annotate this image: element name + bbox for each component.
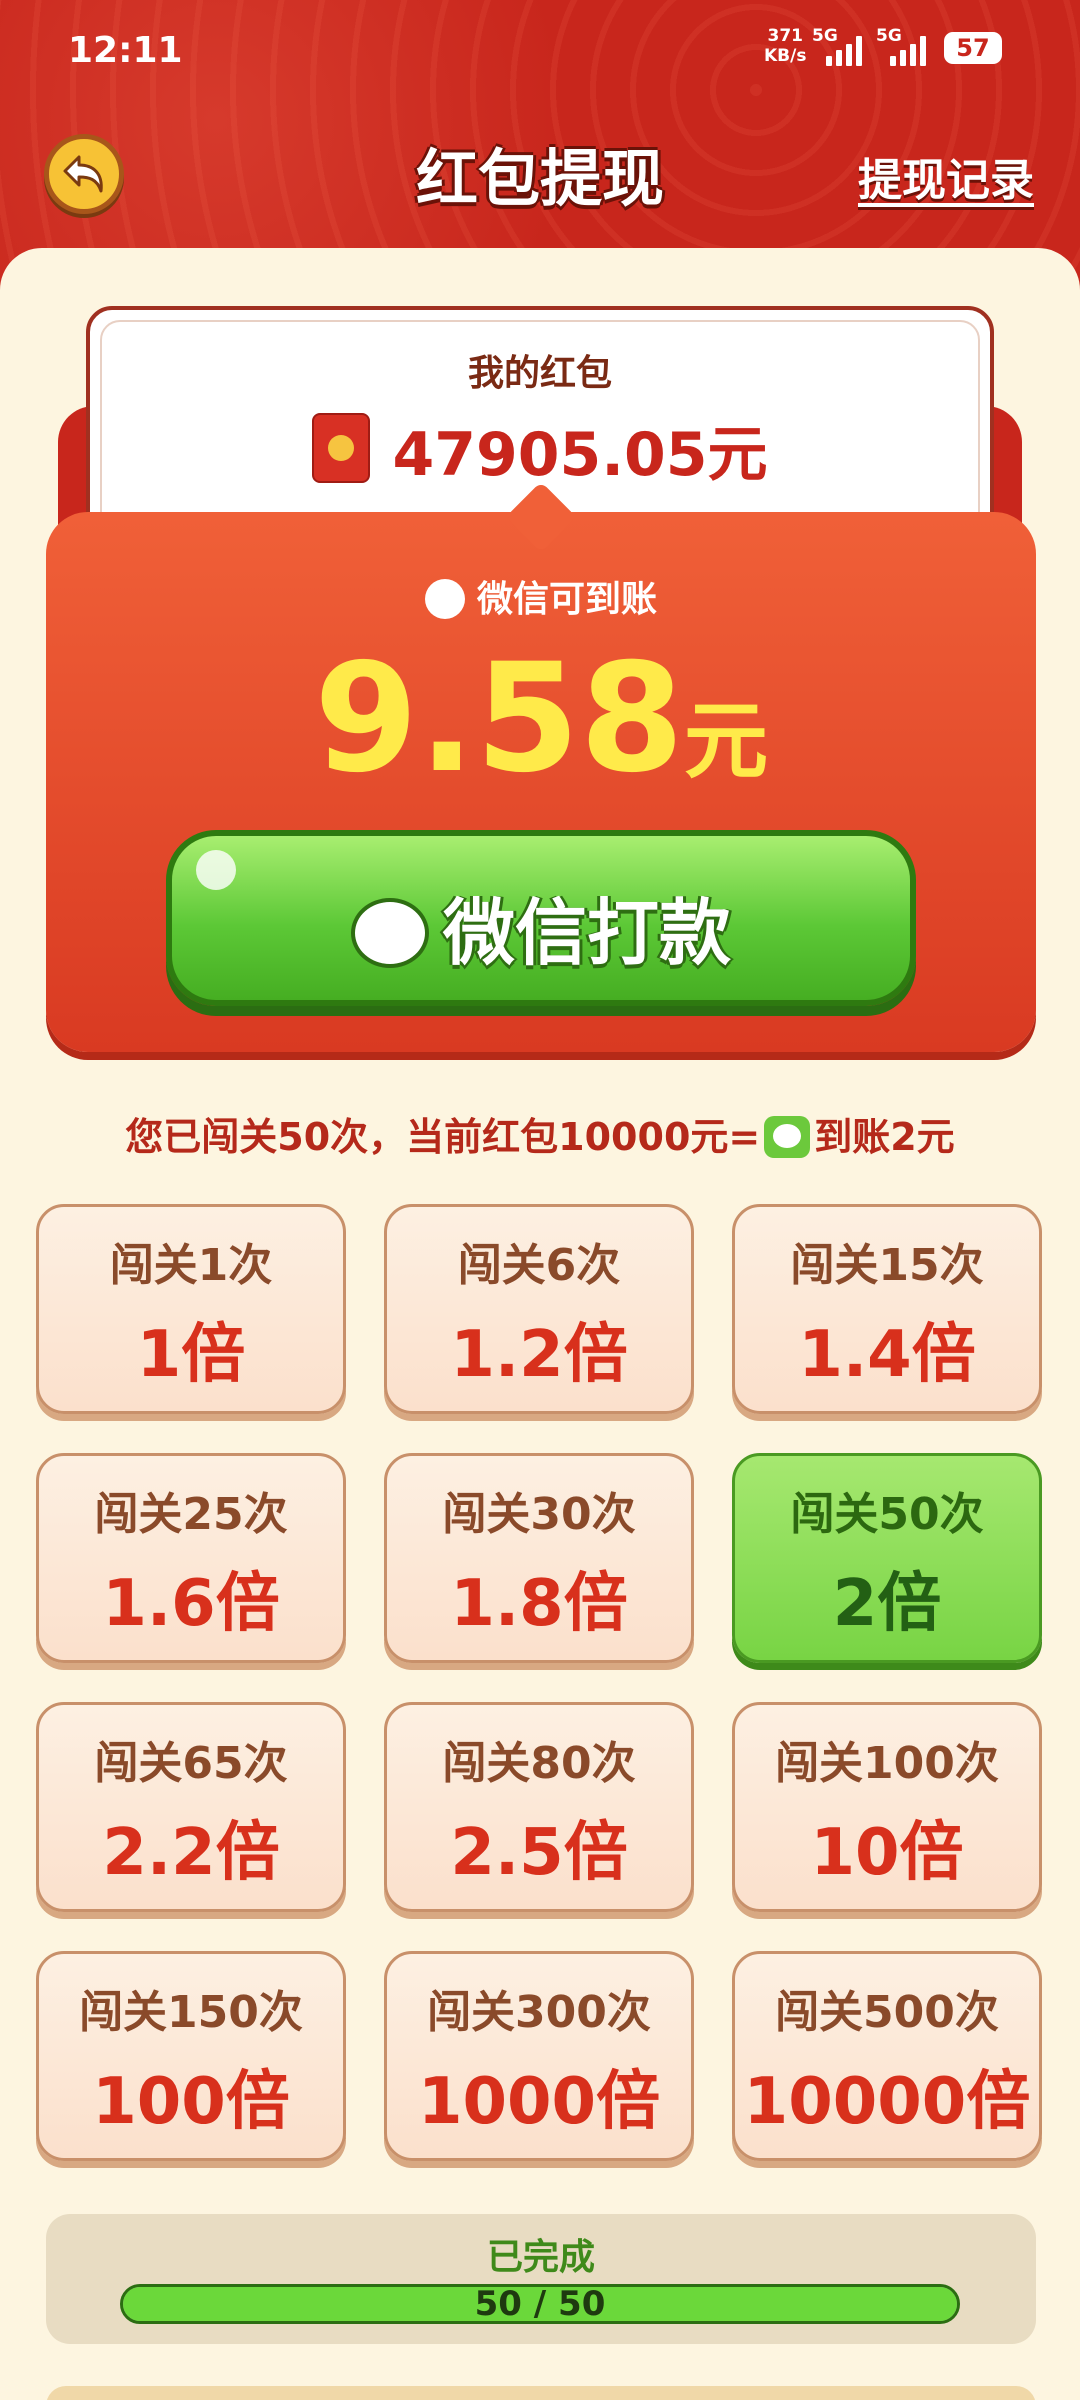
tier-tile[interactable]: 闯关80次 2.5倍 — [384, 1702, 694, 1912]
signal-icon-2 — [890, 32, 926, 66]
tier-tile[interactable]: 闯关300次 1000倍 — [384, 1951, 694, 2161]
wechat-icon — [424, 579, 465, 619]
tier-label: 闯关1次 — [109, 1240, 273, 1291]
withdraw-amount-value: 9.58 — [313, 632, 685, 806]
wechat-pay-button[interactable]: 微信打款 — [166, 830, 916, 1006]
withdraw-amount: 9.58元 — [46, 632, 1036, 806]
tier-label: 闯关150次 — [79, 1987, 303, 2038]
status-bar: 12:11 371 KB/s 5G 5G 57 — [0, 0, 1080, 100]
tier-label: 闯关30次 — [442, 1489, 636, 1540]
tier-multiplier: 1.2倍 — [450, 1318, 628, 1392]
status-time: 12:11 — [68, 30, 183, 71]
tier-tile[interactable]: 闯关30次 1.8倍 — [384, 1453, 694, 1663]
tier-tile[interactable]: 闯关150次 100倍 — [36, 1951, 346, 2161]
wallet-amount: 47905.05元 — [392, 420, 768, 490]
tier-multiplier: 1.4倍 — [798, 1318, 976, 1392]
withdraw-subtitle: 微信可到账 — [476, 579, 657, 620]
tier-label: 闯关65次 — [94, 1738, 288, 1789]
tier-label: 闯关15次 — [790, 1240, 984, 1291]
tier-multiplier: 1000倍 — [417, 2065, 661, 2139]
withdraw-amount-unit: 元 — [684, 692, 769, 790]
tier-tile[interactable]: 闯关500次 10000倍 — [732, 1951, 1042, 2161]
progress-info-text: 您已闯关50次，当前红包10000元= 到账2元 — [125, 1115, 955, 1159]
progress-label: 已完成 — [486, 2237, 595, 2278]
tier-tile[interactable]: 闯关1次 1倍 — [36, 1204, 346, 1414]
withdraw-subtitle-row: 微信可到账 — [46, 570, 1036, 622]
tier-label: 闯关80次 — [442, 1738, 636, 1789]
withdraw-card: 微信可到账 9.58元 微信打款 — [46, 481, 1036, 1052]
tier-multiplier: 2.2倍 — [102, 1816, 280, 1890]
tier-label: 闯关100次 — [775, 1738, 999, 1789]
progress-section: 已完成 50 / 50 — [46, 2214, 1036, 2344]
tier-tile[interactable]: 闯关6次 1.2倍 — [384, 1204, 694, 1414]
tier-multiplier: 2.5倍 — [450, 1816, 628, 1890]
progress-text: 50 / 50 — [474, 2284, 606, 2324]
tier-multiplier: 10000倍 — [743, 2065, 1031, 2139]
tier-multiplier: 100倍 — [92, 2065, 290, 2139]
tier-multiplier: 1.8倍 — [450, 1567, 628, 1641]
tier-multiplier: 1.6倍 — [102, 1567, 280, 1641]
battery-icon: 57 — [944, 32, 1002, 64]
tier-label: 闯关50次 — [790, 1489, 984, 1540]
tier-multiplier: 10倍 — [810, 1816, 964, 1890]
withdraw-record-link[interactable]: 提现记录 — [858, 144, 1034, 208]
wechat-chat-icon — [350, 898, 429, 968]
wallet-amount-row: 47905.05元 — [90, 406, 990, 493]
tier-label: 闯关25次 — [94, 1489, 288, 1540]
wechat-check-icon — [764, 1116, 811, 1158]
tier-tile[interactable]: 闯关50次 2倍 — [732, 1453, 1042, 1663]
progress-bar: 50 / 50 — [120, 2284, 960, 2324]
tier-tile[interactable]: 闯关25次 1.6倍 — [36, 1453, 346, 1663]
tier-label: 闯关500次 — [775, 1987, 999, 2038]
bottom-panel-edge — [46, 2386, 1036, 2400]
tier-multiplier: 2倍 — [832, 1567, 942, 1641]
tier-tile[interactable]: 闯关15次 1.4倍 — [732, 1204, 1042, 1414]
network-speed: 371 KB/s — [764, 26, 807, 66]
tier-multiplier: 1倍 — [136, 1318, 246, 1392]
tier-tile[interactable]: 闯关100次 10倍 — [732, 1702, 1042, 1912]
tier-label: 闯关300次 — [427, 1987, 651, 2038]
wechat-pay-label: 微信打款 — [442, 891, 731, 975]
wallet-label: 我的红包 — [467, 353, 612, 394]
tier-tile[interactable]: 闯关65次 2.2倍 — [36, 1702, 346, 1912]
red-envelope-icon — [312, 413, 371, 483]
signal-icon — [826, 32, 862, 66]
tier-label: 闯关6次 — [457, 1240, 621, 1291]
